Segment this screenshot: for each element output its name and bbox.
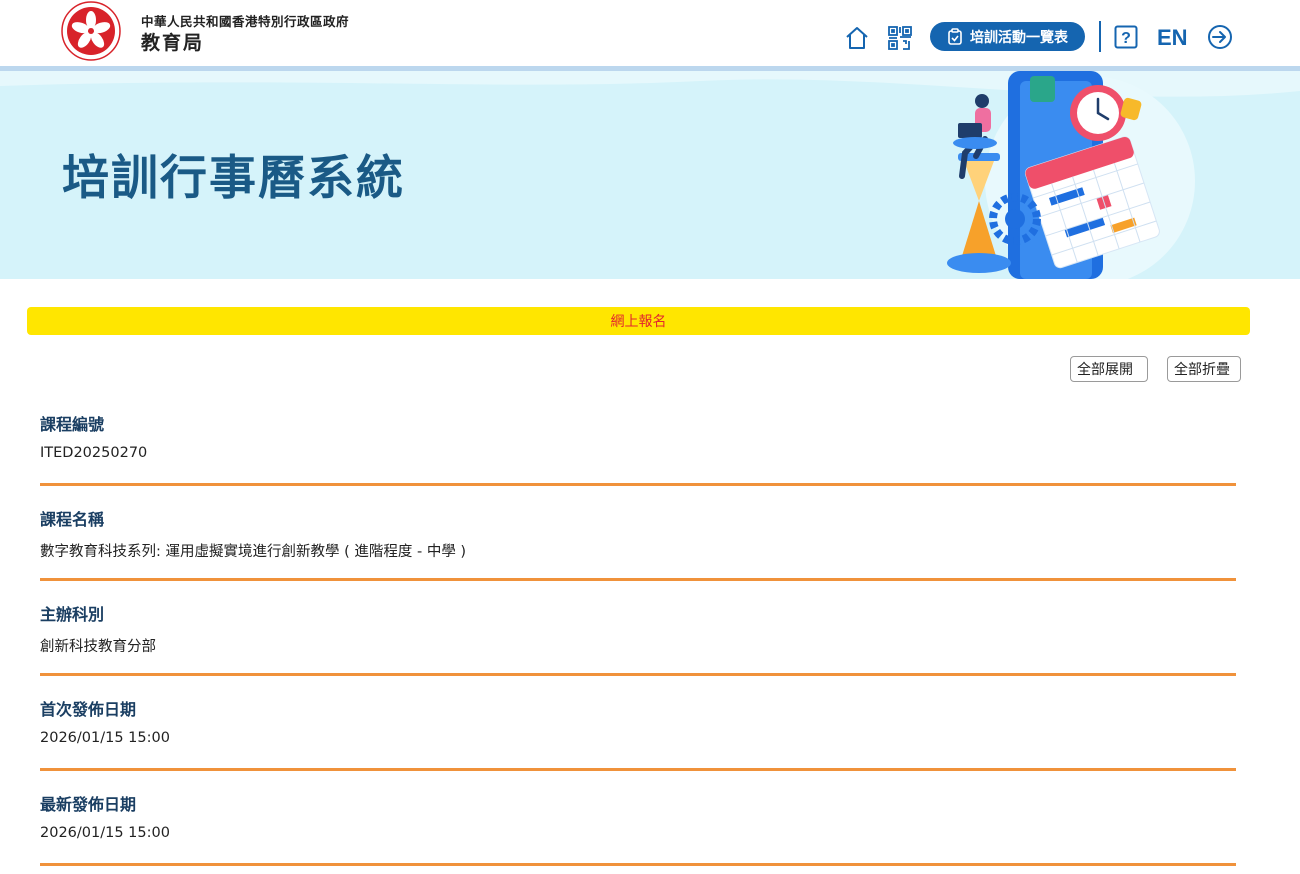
expand-all-button[interactable]: 全部展開 <box>1070 356 1148 382</box>
header-divider <box>1099 21 1101 52</box>
qr-code-icon[interactable] <box>887 25 913 51</box>
logout-icon[interactable] <box>1207 24 1233 50</box>
section-divider <box>40 863 1236 866</box>
bureau-name: 教育局 <box>141 32 205 54</box>
home-icon[interactable] <box>844 25 870 51</box>
latest-publish-date-value: 2026/01/15 15:00 <box>40 825 170 841</box>
hksar-emblem-logo[interactable] <box>61 1 121 61</box>
latest-publish-date-label: 最新發佈日期 <box>40 795 137 814</box>
section-divider <box>40 578 1236 581</box>
online-registration-bar[interactable]: 網上報名 <box>27 307 1250 335</box>
system-title: 培訓行事曆系統 <box>62 151 405 206</box>
calendar-illustration <box>947 71 1195 279</box>
help-icon[interactable]: ? <box>1114 25 1138 49</box>
collapse-all-button[interactable]: 全部折疊 <box>1167 356 1241 382</box>
language-switch-link[interactable]: EN <box>1157 25 1188 51</box>
activities-list-label: 培訓活動一覽表 <box>970 29 1068 46</box>
section-divider <box>40 673 1236 676</box>
section-divider <box>40 483 1236 486</box>
activities-list-button[interactable]: 培訓活動一覽表 <box>930 22 1085 51</box>
hero-banner: 培訓行事曆系統 <box>0 71 1300 279</box>
course-code-label: 課程編號 <box>40 415 105 434</box>
site-header: 中華人民共和國香港特別行政區政府 教育局 培訓活動一覽表 ? EN <box>0 0 1300 66</box>
clipboard-icon <box>948 28 962 45</box>
section-divider <box>40 768 1236 771</box>
course-name-label: 課程名稱 <box>40 510 105 529</box>
first-publish-date-label: 首次發佈日期 <box>40 700 137 719</box>
organizing-section-value: 創新科技教育分部 <box>40 639 156 655</box>
course-code-value: ITED20250270 <box>40 445 148 461</box>
first-publish-date-value: 2026/01/15 15:00 <box>40 730 170 746</box>
svg-text:?: ? <box>1121 30 1131 47</box>
course-name-value: 數字教育科技系列: 運用虛擬實境進行創新教學 ( 進階程度 - 中學 ) <box>40 544 467 560</box>
organizing-section-label: 主辦科別 <box>40 605 105 624</box>
